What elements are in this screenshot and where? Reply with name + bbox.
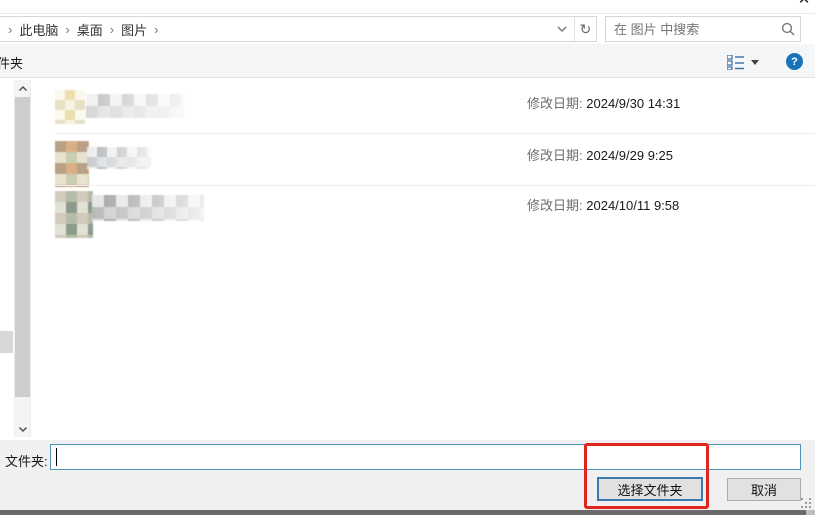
close-icon[interactable]: ✕ [794,0,814,9]
file-list: 修改日期: 2024/9/30 14:31 修改日期: 2024/9/29 9:… [0,78,815,440]
folder-picker-dialog: ✕ › 此电脑 › 桌面 › 图片 › ↻ 件夹 [0,0,815,515]
dialog-footer: 文件夹: 选择文件夹 取消 [0,440,815,510]
address-bar[interactable]: › 此电脑 › 桌面 › 图片 › ↻ [0,16,597,42]
select-folder-button[interactable]: 选择文件夹 [597,477,703,501]
folder-icon [55,191,93,238]
resize-grip[interactable] [801,498,812,509]
breadcrumb: › 此电脑 › 桌面 › 图片 › [0,20,550,39]
breadcrumb-this-pc[interactable]: 此电脑 [19,20,58,39]
breadcrumb-desktop[interactable]: 桌面 [77,20,103,39]
redacted-folder-name [87,147,151,169]
search-icon[interactable] [776,22,800,36]
folder-icon [55,90,85,124]
vertical-scrollbar[interactable] [14,80,31,437]
list-item[interactable]: 修改日期: 2024/10/11 9:58 [32,188,815,235]
breadcrumb-pictures[interactable]: 图片 [121,20,147,39]
date-label: 修改日期: [527,148,583,163]
chevron-right-icon: › [8,22,12,37]
row-divider [55,133,815,134]
date-value: 2024/9/29 9:25 [586,148,673,163]
folder-name-input[interactable] [50,444,801,470]
command-toolbar: 件夹 ? [0,44,815,78]
list-item[interactable]: 修改日期: 2024/9/29 9:25 [32,138,815,185]
chevron-right-icon[interactable]: › [110,22,114,37]
question-mark-icon: ? [791,56,798,68]
chevron-right-icon[interactable]: › [65,22,69,37]
left-pane-fragment [0,331,13,353]
details-view-icon [727,55,744,70]
scroll-down-icon[interactable] [15,421,30,437]
date-label: 修改日期: [527,198,583,213]
modified-date: 修改日期: 2024/9/29 9:25 [527,145,673,164]
folder-name-label: 文件夹: [5,451,48,470]
modified-date: 修改日期: 2024/9/30 14:31 [527,93,680,112]
folder-icon [55,141,89,187]
cancel-button[interactable]: 取消 [727,478,801,501]
view-dropdown-caret-icon [751,60,759,65]
refresh-icon[interactable]: ↻ [575,17,596,41]
date-label: 修改日期: [527,96,583,111]
search-box[interactable] [605,16,801,42]
window-bottom-edge [0,510,806,515]
window-bottom-edge-corner [806,510,815,515]
modified-date: 修改日期: 2024/10/11 9:58 [527,195,679,214]
redacted-folder-name [86,94,184,118]
scrollbar-thumb[interactable] [15,97,30,397]
new-folder-button[interactable]: 件夹 [0,53,23,72]
text-caret [56,448,57,466]
change-view-button[interactable] [723,51,765,73]
search-input[interactable] [606,22,776,37]
row-divider [55,185,815,186]
scroll-up-icon[interactable] [15,80,30,96]
top-divider [0,13,815,14]
list-item[interactable]: 修改日期: 2024/9/30 14:31 [32,86,815,133]
redacted-folder-name [92,195,204,221]
date-value: 2024/9/30 14:31 [586,96,680,111]
date-value: 2024/10/11 9:58 [586,198,679,213]
address-dropdown-chevron-icon[interactable] [550,17,574,41]
help-button[interactable]: ? [786,53,803,70]
chevron-right-icon[interactable]: › [154,22,158,37]
